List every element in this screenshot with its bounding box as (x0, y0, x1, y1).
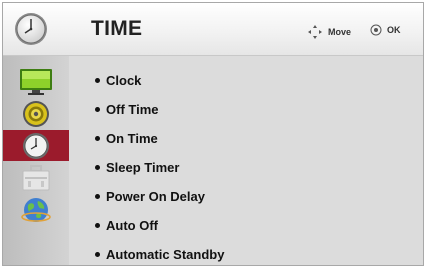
sidebar-item-time[interactable] (3, 130, 69, 161)
menu-item-label: Auto Off (106, 218, 158, 233)
sidebar-item-picture[interactable] (3, 66, 69, 97)
bullet-icon (95, 136, 100, 142)
globe-icon (21, 197, 51, 222)
move-hint-label: Move (328, 27, 352, 37)
menu-item-off-time[interactable]: Off Time (95, 99, 159, 121)
bullet-icon (95, 107, 100, 113)
page-title: TIME (91, 17, 143, 40)
clock-icon (23, 132, 49, 159)
sidebar-item-network[interactable] (3, 194, 69, 225)
osd-menu-screen: TIME Move OK Clock Off Time On Time Slee… (2, 2, 424, 266)
speaker-icon (23, 100, 49, 127)
move-hint: Move (307, 24, 351, 40)
menu-item-label: On Time (106, 131, 158, 146)
sidebar (3, 56, 69, 265)
clock-icon (15, 13, 47, 45)
menu-item-label: Sleep Timer (106, 160, 180, 175)
tv-screen-icon (20, 68, 52, 95)
sidebar-item-setup[interactable] (3, 162, 69, 193)
menu-list: Clock Off Time On Time Sleep Timer Power… (69, 56, 423, 265)
bullet-icon (95, 194, 100, 200)
menu-item-auto-off[interactable]: Auto Off (95, 215, 158, 237)
ok-button-icon (370, 24, 382, 36)
bullet-icon (95, 223, 100, 229)
menu-item-clock[interactable]: Clock (95, 70, 141, 92)
menu-item-power-on-delay[interactable]: Power On Delay (95, 186, 205, 208)
bullet-icon (95, 78, 100, 84)
menu-item-label: Automatic Standby (106, 247, 225, 262)
ok-hint: OK (370, 24, 401, 36)
ok-hint-label: OK (387, 25, 401, 35)
menu-item-sleep-timer[interactable]: Sleep Timer (95, 157, 179, 179)
four-way-arrows-icon (308, 25, 322, 39)
menu-item-label: Power On Delay (106, 189, 205, 204)
menu-item-label: Clock (106, 73, 142, 88)
toolbox-icon (22, 164, 50, 190)
menu-item-label: Off Time (106, 102, 159, 117)
sidebar-item-audio[interactable] (3, 98, 69, 129)
bullet-icon (95, 252, 100, 258)
bullet-icon (95, 165, 100, 171)
menu-header: TIME Move OK (3, 3, 423, 56)
menu-item-automatic-standby[interactable]: Automatic Standby (95, 244, 225, 265)
menu-item-on-time[interactable]: On Time (95, 128, 158, 150)
